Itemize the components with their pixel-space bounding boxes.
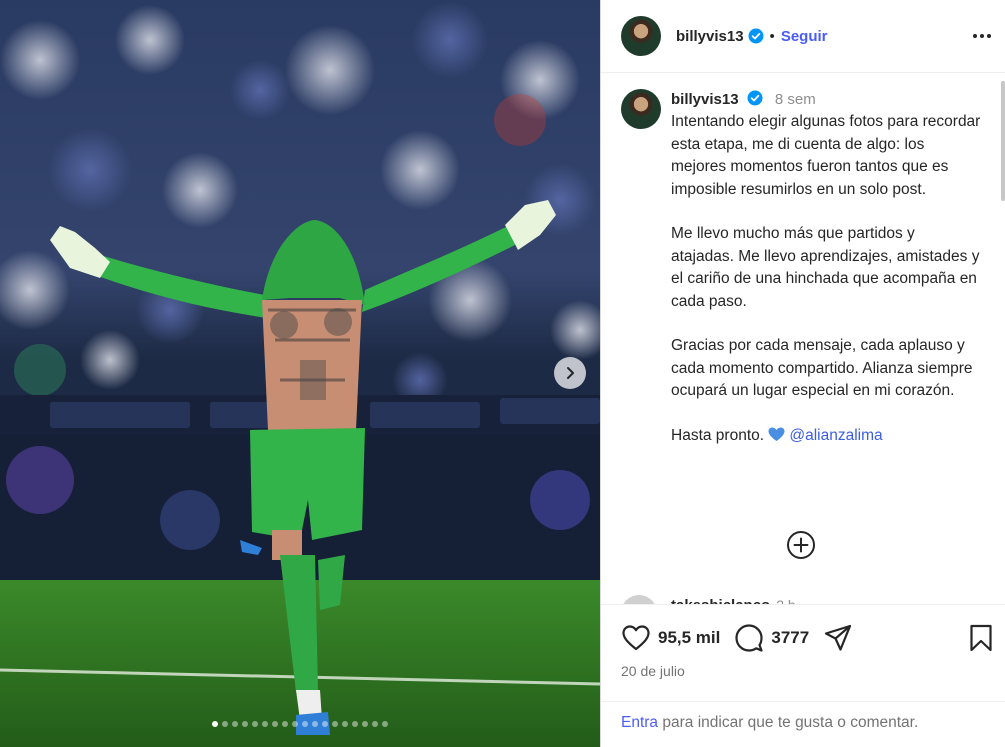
post-photo bbox=[0, 0, 600, 747]
heart-icon bbox=[622, 625, 650, 651]
carousel-dot bbox=[342, 721, 348, 727]
carousel-dot bbox=[362, 721, 368, 727]
caption-paragraph-1: Intentando elegir algunas fotos para rec… bbox=[671, 113, 985, 198]
carousel-dot bbox=[322, 721, 328, 727]
save-button[interactable] bbox=[966, 623, 996, 653]
caption-author-username[interactable]: billyvis13 bbox=[671, 91, 739, 108]
comments-count[interactable]: 3777 bbox=[771, 628, 809, 648]
comment-time: 2 h bbox=[776, 597, 795, 604]
caption-paragraph-3: Gracias por cada mensaje, cada aplauso y… bbox=[671, 337, 977, 399]
carousel-dot bbox=[222, 721, 228, 727]
carousel-dot bbox=[312, 721, 318, 727]
carousel-dot bbox=[242, 721, 248, 727]
carousel-dot bbox=[302, 721, 308, 727]
follow-button[interactable]: Seguir bbox=[781, 28, 828, 45]
login-prompt: Entra para indicar que te gusta o coment… bbox=[601, 701, 1005, 747]
caption-paragraph-2: Me llevo mucho más que partidos y atajad… bbox=[671, 225, 984, 310]
plus-circle-icon[interactable] bbox=[786, 530, 816, 560]
post-media[interactable] bbox=[0, 0, 600, 747]
commenter-avatar[interactable] bbox=[621, 595, 657, 604]
login-link[interactable]: Entra bbox=[621, 714, 658, 731]
paper-plane-icon bbox=[825, 624, 852, 651]
carousel-dot bbox=[282, 721, 288, 727]
caption-closing-line: Hasta pronto. @alianzalima bbox=[671, 425, 981, 448]
chevron-right-icon bbox=[567, 367, 574, 379]
post-time-ago[interactable]: 8 sem bbox=[775, 91, 816, 108]
carousel-dot bbox=[232, 721, 238, 727]
caption: billyvis13 8 sem Intentando elegir algun… bbox=[621, 89, 981, 447]
comments-scrollbar[interactable] bbox=[1001, 81, 1005, 201]
comment-bubble-icon bbox=[735, 624, 763, 652]
header-separator: • bbox=[769, 27, 775, 45]
commenter-username[interactable]: takeshiclanco bbox=[671, 597, 770, 604]
author-avatar[interactable] bbox=[621, 16, 661, 56]
more-options-icon[interactable] bbox=[970, 24, 994, 48]
verified-badge-icon bbox=[747, 90, 763, 106]
post-header: billyvis13 • Seguir bbox=[601, 0, 1005, 73]
carousel-dot bbox=[262, 721, 268, 727]
carousel-next-button[interactable] bbox=[554, 357, 586, 389]
like-button[interactable] bbox=[621, 623, 651, 653]
caption-author-avatar[interactable] bbox=[621, 89, 661, 129]
verified-badge-icon bbox=[748, 28, 764, 44]
carousel-indicator bbox=[0, 721, 600, 727]
actions-section: 95,5 mil 3777 20 de julio Entra para ind… bbox=[601, 604, 1005, 747]
carousel-dot bbox=[272, 721, 278, 727]
mention-link[interactable]: @alianzalima bbox=[789, 427, 882, 444]
carousel-dot bbox=[292, 721, 298, 727]
carousel-dot bbox=[252, 721, 258, 727]
comment-item: takeshiclanco 2 h bbox=[621, 595, 796, 604]
comments-section[interactable]: billyvis13 8 sem Intentando elegir algun… bbox=[601, 73, 1005, 604]
comment-button[interactable] bbox=[734, 623, 764, 653]
bookmark-icon bbox=[970, 624, 992, 652]
blue-heart-emoji-icon bbox=[768, 427, 785, 441]
caption-closing: Hasta pronto. bbox=[671, 426, 765, 444]
post-panel: billyvis13 • Seguir billyvis13 8 sem Int… bbox=[600, 0, 1005, 747]
login-prompt-text: para indicar que te gusta o comentar. bbox=[658, 714, 919, 731]
carousel-dot bbox=[372, 721, 378, 727]
carousel-dot bbox=[382, 721, 388, 727]
carousel-dot bbox=[332, 721, 338, 727]
carousel-dot bbox=[212, 721, 218, 727]
author-username[interactable]: billyvis13 bbox=[676, 28, 744, 45]
likes-count[interactable]: 95,5 mil bbox=[658, 628, 720, 648]
carousel-dot bbox=[352, 721, 358, 727]
share-button[interactable] bbox=[823, 623, 853, 653]
post-date[interactable]: 20 de julio bbox=[621, 663, 685, 679]
